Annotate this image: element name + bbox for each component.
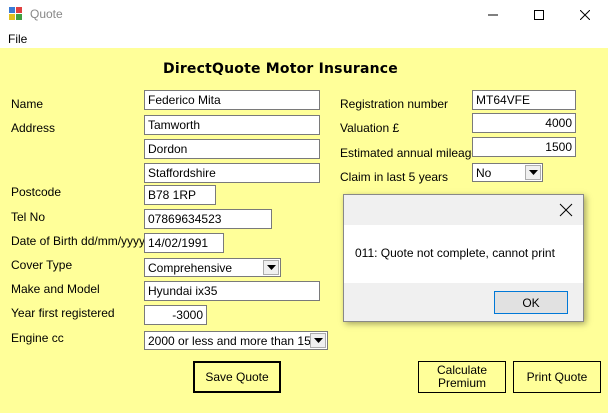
title-bar: Quote — [0, 0, 608, 30]
menu-file[interactable]: File — [8, 32, 27, 46]
postcode-label: Postcode — [11, 185, 62, 199]
dropdown-arrow-icon[interactable] — [263, 260, 279, 275]
engine-value: 2000 or less and more than 1500 — [148, 334, 325, 348]
postcode-field[interactable]: B78 1RP — [144, 185, 216, 205]
maximize-icon — [534, 10, 544, 20]
print-quote-button[interactable]: Print Quote — [513, 361, 601, 393]
name-label: Name — [11, 97, 44, 111]
ok-label: OK — [522, 295, 540, 310]
dob-label: Date of Birth dd/mm/yyyy — [11, 234, 146, 248]
form-title: DirectQuote Motor Insurance — [163, 61, 398, 77]
registration-label: Registration number — [340, 97, 449, 111]
tel-field[interactable]: 07869634523 — [144, 209, 272, 229]
close-icon — [559, 203, 573, 217]
year-registered-label: Year first registered — [11, 306, 115, 320]
address-line2-field[interactable]: Dordon — [144, 139, 320, 159]
tel-label: Tel No — [11, 210, 46, 224]
valuation-field[interactable]: 4000 — [472, 113, 576, 133]
mileage-field[interactable]: 1500 — [472, 137, 576, 157]
ok-button[interactable]: OK — [494, 291, 568, 314]
dialog-close-button[interactable] — [559, 203, 573, 217]
calculate-premium-button[interactable]: Calculate Premium — [418, 361, 506, 393]
dropdown-arrow-icon[interactable] — [525, 165, 541, 180]
save-quote-button[interactable]: Save Quote — [193, 361, 281, 393]
message-dialog: 011: Quote not complete, cannot print OK — [343, 194, 584, 322]
valuation-label: Valuation £ — [340, 121, 400, 135]
minimize-button[interactable] — [470, 0, 516, 30]
close-window-button[interactable] — [562, 0, 608, 30]
make-model-label: Make and Model — [11, 282, 100, 296]
claim-select[interactable]: No — [472, 163, 543, 182]
minimize-icon — [488, 14, 498, 16]
mileage-label: Estimated annual mileage — [340, 146, 479, 160]
claim-label: Claim in last 5 years — [340, 170, 449, 184]
window-title: Quote — [30, 7, 63, 21]
cover-type-label: Cover Type — [11, 258, 73, 272]
save-quote-label: Save Quote — [205, 369, 269, 384]
dialog-message-area: 011: Quote not complete, cannot print — [344, 225, 583, 283]
engine-select[interactable]: 2000 or less and more than 1500 — [144, 331, 328, 350]
dropdown-arrow-icon[interactable] — [310, 333, 326, 348]
app-icon — [9, 7, 23, 21]
print-quote-label: Print Quote — [526, 369, 588, 384]
registration-field[interactable]: MT64VFE — [472, 90, 576, 110]
engine-label: Engine cc — [11, 331, 64, 345]
dob-field[interactable]: 14/02/1991 — [144, 233, 224, 253]
year-registered-field[interactable]: -3000 — [144, 305, 207, 325]
close-icon — [580, 10, 590, 20]
address-line3-field[interactable]: Staffordshire — [144, 163, 320, 183]
calculate-label-line2: Premium — [437, 376, 486, 390]
cover-type-select[interactable]: Comprehensive — [144, 258, 281, 277]
make-model-field[interactable]: Hyundai ix35 — [144, 281, 320, 301]
cover-type-value: Comprehensive — [148, 261, 233, 275]
claim-value: No — [476, 166, 492, 180]
address-label: Address — [11, 121, 56, 135]
menu-bar: File — [0, 30, 608, 48]
maximize-button[interactable] — [516, 0, 562, 30]
name-field[interactable]: Federico Mita — [144, 90, 320, 110]
address-line1-field[interactable]: Tamworth — [144, 115, 320, 135]
dialog-message: 011: Quote not complete, cannot print — [355, 246, 555, 260]
